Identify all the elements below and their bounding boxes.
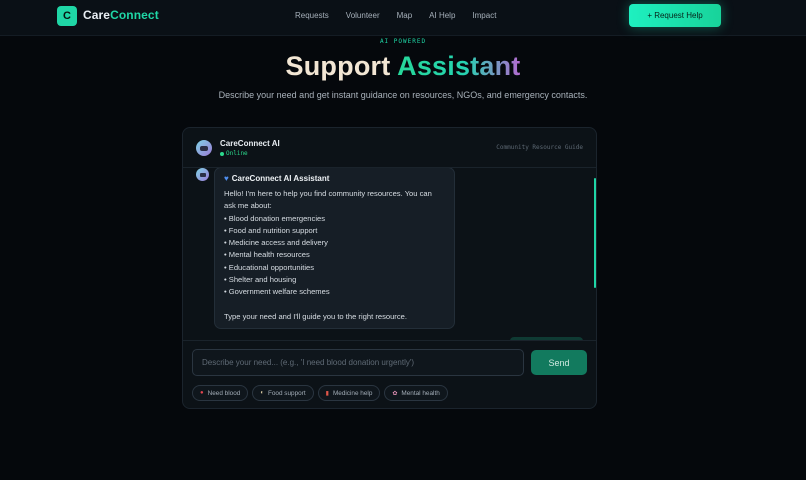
page-title: Support Assistant [0,51,806,82]
list-item: • Food and nutrition support [224,225,318,235]
bot-avatar-icon [196,140,212,156]
logo-icon[interactable]: C [57,6,77,26]
send-button[interactable]: Send [531,350,587,375]
brand-name[interactable]: CareConnect [83,8,159,22]
nav-link-volunteer[interactable]: Volunteer [346,11,380,20]
nav-link-ai-help[interactable]: AI Help [429,11,455,20]
chat-scrollbar[interactable] [594,178,596,288]
request-help-button[interactable]: + Request Help [629,4,721,27]
title-part-1: Support [285,51,391,81]
title-part-2: Assistant [397,51,521,81]
status-text: Online [226,150,248,157]
top-nav: C CareConnect Requests Volunteer Map AI … [0,0,806,36]
composer: Send ●Need blood ◐Food support ▮Medicine… [183,340,596,408]
online-dot-icon [220,151,224,156]
online-status: Online [220,150,248,157]
chip-label: Medicine help [332,389,373,397]
message-input[interactable] [192,349,524,376]
chip-need-blood[interactable]: ● Need blood [192,385,249,401]
nav-link-requests[interactable]: Requests [295,11,329,20]
message-title-text: CareConnect AI Assistant [231,174,330,183]
list-item: • Educational opportunities [224,262,315,272]
list-item: • Medicine access and delivery [224,238,328,248]
message-avatar-icon [196,168,209,181]
header-caption: Community Resource Guide [496,144,583,151]
chat-card: CareConnect AI Online Community Resource… [182,127,597,409]
list-item: • Shelter and housing [224,275,297,285]
chip-medicine-help[interactable]: ▮ Medicine help [317,385,381,401]
brand-part-1: Care [83,8,111,22]
list-item: • Government welfare schemes [224,287,330,297]
chip-label: Food support [267,389,306,397]
rice-bowl-icon: ◐ [260,390,264,396]
eyebrow-label: AI POWERED [379,38,427,45]
nav-link-map[interactable]: Map [397,11,413,20]
message-outro: Type your need and I'll guide you to the… [224,311,407,321]
blue-heart-icon: ♥ [224,174,229,183]
chip-mental-health[interactable]: ✿ Mental health [384,385,448,401]
chip-label: Mental health [401,389,440,397]
pill-icon: ▮ [325,390,329,397]
chip-food-support[interactable]: ◐ Food support [252,385,314,401]
chip-label: Need blood [207,389,241,397]
page-subtitle: Describe your need and get instant guida… [218,90,588,100]
nav-link-impact[interactable]: Impact [472,11,496,20]
list-item: • Mental health resources [224,250,310,260]
brain-icon: ✿ [392,390,398,397]
list-item: • Blood donation emergencies [224,213,326,223]
blood-drop-icon: ● [200,390,204,396]
bot-name: CareConnect AI [220,139,280,148]
quick-suggestions: ● Need blood ◐ Food support ▮ Medicine help… [192,385,452,401]
message-body: Hello! I'm here to help you find communi… [224,188,445,323]
brand-part-2: Connect [110,8,159,22]
message-list[interactable]: ♥ CareConnect AI Assistant Hello! I'm her… [183,168,596,340]
message-title: ♥ CareConnect AI Assistant [224,174,445,183]
assistant-message: ♥ CareConnect AI Assistant Hello! I'm her… [214,168,455,329]
nav-links: Requests Volunteer Map AI Help Impact [295,11,513,20]
message-intro: Hello! I'm here to help you find communi… [224,189,432,211]
chat-header: CareConnect AI Online Community Resource… [183,128,596,168]
